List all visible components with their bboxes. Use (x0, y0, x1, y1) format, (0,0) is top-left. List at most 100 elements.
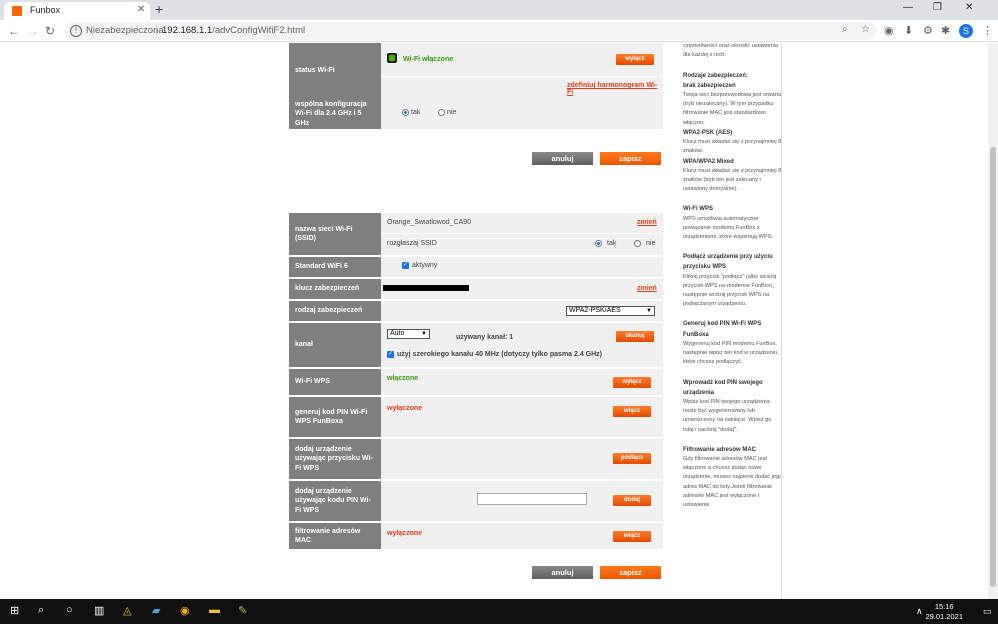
tray-chevron-up-icon[interactable]: ∧ (916, 606, 923, 617)
wps-value: włączone (387, 375, 419, 382)
mac-filter-value: wyłączone (387, 530, 423, 537)
security-type-select[interactable]: WPA2-PSK/AES ▼ (566, 306, 655, 316)
extension-shield-icon[interactable]: ◉ (884, 24, 894, 37)
broadcast-label: rozgłaszaj SSID (387, 240, 437, 247)
extensions-puzzle-icon[interactable]: ✱ (941, 24, 950, 37)
norton-app-icon[interactable]: ◬ (123, 604, 131, 617)
label-gen-pin: generuj kod PIN Wi-Fi WPS FunBoxa (289, 397, 381, 437)
windows-start-icon[interactable]: ⊞ (10, 604, 19, 617)
help-wpa2-title: WPA2-PSK (AES) (683, 129, 733, 136)
wide-channel-checkbox[interactable]: ✓ (387, 351, 394, 358)
page-scrollbar[interactable] (988, 43, 998, 599)
key-change-link[interactable]: zmień (637, 285, 657, 292)
common-no-radio[interactable] (438, 109, 445, 116)
help-genpin-title: Generuj kod PIN Wi-Fi WPS FunBoxa (683, 321, 762, 338)
help-wps-text: WPS umożliwia automatyczne powiązanie mo… (683, 215, 773, 240)
row-ssid: nazwa sieci Wi-Fi (SSID) Orange_Swiatlow… (289, 213, 663, 255)
scan-button[interactable]: skanuj (616, 331, 654, 342)
cancel-button-top[interactable]: anuluj (532, 152, 593, 165)
mac-filter-on-button[interactable]: włącz (613, 531, 651, 542)
insecure-label: Niezabezpieczona (86, 25, 164, 36)
store-app-icon[interactable]: ▰ (152, 604, 160, 617)
wps-off-button[interactable]: wyłącz (613, 377, 651, 388)
schedule-link[interactable]: zdefiniuj harmonogram Wi-Fi (567, 82, 663, 96)
browser-toolbar: ← → ↻ ! Niezabezpieczona | 192.168.1.1/a… (0, 20, 998, 42)
ssid-value: Orange_Swiatlowod_CA90 (387, 219, 472, 226)
task-view-icon[interactable]: ▥ (94, 604, 104, 617)
paint-app-icon[interactable]: ✎ (238, 604, 247, 617)
new-tab-icon[interactable]: + (155, 1, 163, 17)
save-button-bottom[interactable]: zapisz (600, 566, 661, 579)
extension-download-icon[interactable]: ⬇ (904, 24, 913, 37)
save-button-top[interactable]: zapisz (600, 152, 661, 165)
browser-menu-icon[interactable]: ⋮ (982, 24, 993, 37)
help-sec-title-text: Rodzaje zabezpieczeń: (683, 72, 749, 79)
pin-input[interactable] (477, 493, 587, 505)
label-mac-filter: filtrowanie adresów MAC (289, 523, 381, 549)
help-divider (781, 43, 782, 599)
forward-icon[interactable]: → (27, 24, 39, 38)
help-sidebar: wybrać, czy chcesz mieć dostępne obie cz… (683, 43, 783, 510)
row-mac-filter: filtrowanie adresów MAC wyłączone włącz (289, 523, 663, 549)
common-yes-radio[interactable] (402, 109, 409, 116)
url-text: 192.168.1.1/advConfigWifiF2.html (162, 25, 305, 36)
broadcast-yes-radio[interactable] (595, 240, 602, 247)
row-common-config: wspólna konfiguracja Wi-Fi dla 2.4 GHz i… (289, 99, 663, 129)
wifi6-value: aktywny (412, 262, 438, 269)
chevron-down-icon: ▼ (646, 308, 652, 314)
wifi6-checkbox[interactable]: ✓ (402, 262, 409, 269)
cancel-button-bottom[interactable]: anuluj (532, 566, 593, 579)
scrollbar-thumb[interactable] (990, 147, 996, 587)
taskbar-clock[interactable]: 15:16 29.01.2021 (925, 602, 963, 622)
channel-select[interactable]: Auto ▼ (387, 329, 430, 339)
wifi-off-button[interactable]: wyłącz (616, 54, 654, 65)
row-divider (381, 233, 663, 234)
reload-icon[interactable]: ↻ (45, 24, 55, 38)
url-path: /advConfigWifiF2.html (212, 25, 306, 36)
help-intro: wybrać, czy chcesz mieć dostępne obie cz… (683, 43, 779, 59)
zoom-icon[interactable]: ⌕ (842, 24, 848, 35)
window-close-icon[interactable]: ✕ (965, 2, 973, 13)
connect-button[interactable]: podłącz (613, 453, 651, 464)
page-viewport: status Wi-Fi Wi-Fi włączone wyłącz zdefi… (0, 43, 998, 599)
chrome-app-icon[interactable]: ◉ (180, 604, 190, 617)
warning-icon[interactable]: ! (70, 25, 82, 37)
label-add-by-pin: dodaj urządzenie używając kodu PIN Wi-Fi… (289, 481, 381, 521)
ssid-change-link[interactable]: zmień (637, 219, 657, 226)
broadcast-no-radio[interactable] (634, 240, 641, 247)
row-wifi-status: status Wi-Fi Wi-Fi włączone wyłącz zdefi… (289, 43, 663, 99)
add-pin-button[interactable]: dodaj (613, 495, 651, 506)
url-separator: | (155, 24, 158, 35)
back-icon[interactable]: ← (8, 24, 20, 38)
tab-title: Funbox (30, 5, 61, 15)
notification-icon[interactable]: ▭ (983, 606, 992, 617)
tab-close-icon[interactable]: ✕ (137, 4, 145, 15)
help-connect-title: Podłącz urządzenie przy użyciu przycisku… (683, 254, 773, 271)
browser-tab[interactable]: Funbox ✕ (4, 2, 150, 20)
cortana-icon[interactable]: ○ (66, 604, 73, 616)
row-add-by-button: dodaj urządzenie używając przycisku Wi-F… (289, 439, 663, 479)
file-explorer-icon[interactable]: ▬ (209, 604, 220, 616)
search-icon[interactable]: ⌕ (38, 604, 44, 617)
label-security-key: klucz zabezpieczeń (289, 279, 381, 299)
bookmark-star-icon[interactable]: ☆ (861, 24, 870, 35)
profile-avatar[interactable]: S (959, 24, 973, 38)
row-wps: Wi-Fi WPS włączone wyłącz (289, 369, 663, 395)
row-divider (381, 76, 663, 77)
security-key-redacted (383, 285, 469, 291)
address-bar[interactable]: ! Niezabezpieczona | 192.168.1.1/advConf… (64, 22, 876, 40)
clock-time: 15:16 (934, 602, 954, 611)
label-channel: kanał (289, 323, 381, 367)
extension-gear-icon[interactable]: ⚙ (923, 24, 933, 37)
broadcast-no-label: nie (646, 240, 656, 247)
restore-icon[interactable]: ❐ (933, 2, 942, 13)
help-sec-title: Rodzaje zabezpieczeń: brak zabezpieczeń (683, 71, 783, 91)
windows-taskbar: ⊞ ⌕ ○ ▥ ◬ ▰ ◉ ▬ ✎ ∧ 15:16 29.01.2021 ▭ (0, 599, 998, 624)
gen-pin-value: wyłączone (387, 405, 423, 412)
help-none-title: brak zabezpieczeń (683, 82, 736, 89)
help-enterpin-text: Wpisz kod PIN twojego urządzenia: może b… (683, 398, 772, 433)
gen-pin-on-button[interactable]: włącz (613, 406, 651, 417)
minimize-icon[interactable]: — (903, 2, 913, 13)
label-security-type: rodzaj zabezpieczeń (289, 301, 381, 321)
help-wps-title: Wi-Fi WPS (683, 206, 713, 213)
